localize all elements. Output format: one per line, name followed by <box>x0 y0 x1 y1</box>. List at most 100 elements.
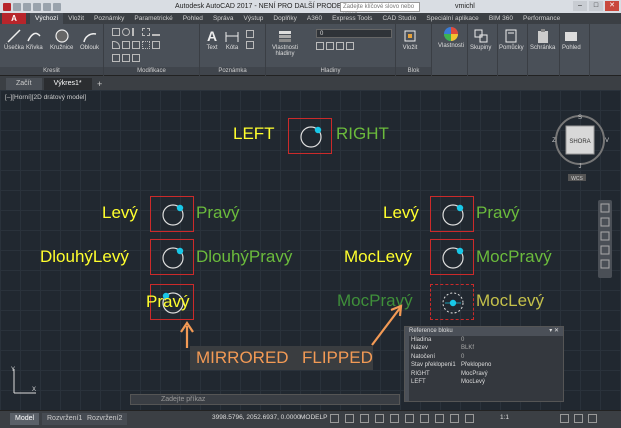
search-input[interactable]: Zadejte klíčové slovo nebo výraz <box>340 2 420 18</box>
dimension-button[interactable]: Kóta <box>224 28 240 51</box>
mirror-icon[interactable] <box>152 28 160 36</box>
pan-icon[interactable] <box>600 217 610 227</box>
annotation-group: A Text Kóta Poznámka <box>200 24 266 76</box>
annotation-visibility-icon[interactable] <box>450 414 459 423</box>
trim-icon[interactable] <box>132 28 140 36</box>
app-logo-button[interactable]: A <box>2 13 26 24</box>
rotate-icon[interactable] <box>122 28 130 36</box>
tab-special-apps[interactable]: Speciální aplikace <box>421 13 483 24</box>
tab-manage[interactable]: Správa <box>208 13 239 24</box>
customization-icon[interactable] <box>588 414 597 423</box>
tab-view[interactable]: Pohled <box>178 13 208 24</box>
offset-icon[interactable] <box>122 54 130 62</box>
props-menu-icon[interactable]: ▾ ✕ <box>549 327 559 336</box>
fullscreen-icon[interactable] <box>574 414 583 423</box>
annotation-scale[interactable]: 1:1 <box>500 414 509 421</box>
grid-toggle-icon[interactable] <box>330 414 339 423</box>
drawing-canvas[interactable]: [–][Horní][2D drátový model] LEFT RIGHT … <box>0 90 621 410</box>
erase-icon[interactable] <box>152 41 160 49</box>
layers-group-label[interactable]: Hladiny <box>266 67 395 75</box>
fillet-icon[interactable] <box>112 41 120 49</box>
annotation-group-label[interactable]: Poznámka <box>200 67 265 75</box>
tab-model[interactable]: Model <box>10 413 40 425</box>
layer-icon-4[interactable] <box>346 42 354 50</box>
layer-icon-2[interactable] <box>326 42 334 50</box>
tab-home[interactable]: Výchozí <box>30 13 64 24</box>
join-icon[interactable] <box>132 54 140 62</box>
app-menu-icon[interactable] <box>3 2 11 11</box>
viewcube[interactable]: SHORA S Z V J WCS <box>552 108 610 182</box>
layer-icon-1[interactable] <box>316 42 324 50</box>
ribbon-panel: Úsečka Křivka Kružnice Oblouk Kreslit Mo… <box>0 24 621 76</box>
tab-bim360[interactable]: BIM 360 <box>484 13 518 24</box>
navigation-bar <box>598 200 612 278</box>
workspace-icon[interactable] <box>560 414 569 423</box>
lineweight-toggle-icon[interactable] <box>405 414 414 423</box>
open-icon[interactable] <box>23 2 31 11</box>
user-name[interactable]: vmichl <box>455 3 475 10</box>
leader-icon[interactable] <box>246 30 254 38</box>
modify-group-label[interactable]: Modifikace <box>104 67 199 75</box>
circle-button[interactable]: Kružnice <box>50 28 73 51</box>
text-button[interactable]: A Text <box>204 28 220 51</box>
table-icon[interactable] <box>246 41 254 49</box>
new-icon[interactable] <box>13 2 21 11</box>
save-icon[interactable] <box>33 2 41 11</box>
layer-properties-button[interactable]: Vlastnosti hladiny <box>268 28 302 57</box>
command-line[interactable]: Zadejte příkaz <box>130 394 400 405</box>
layer-icon-3[interactable] <box>336 42 344 50</box>
command-input[interactable]: Zadejte příkaz <box>161 396 205 403</box>
tab-drawing1[interactable]: Výkres1* <box>43 78 92 90</box>
clipboard-button[interactable]: Schránka <box>530 28 555 51</box>
move-icon[interactable] <box>112 28 120 36</box>
insert-block-button[interactable]: Vložit <box>402 28 418 51</box>
steering-wheel-icon[interactable] <box>600 203 610 213</box>
arc-button[interactable]: Oblouk <box>80 28 99 51</box>
block-group-label[interactable]: Blok <box>396 67 431 75</box>
line-button[interactable]: Úsečka <box>4 28 24 51</box>
polyline-button[interactable]: Křivka <box>26 28 43 51</box>
selection-cycling-icon[interactable] <box>435 414 444 423</box>
explode-icon[interactable] <box>112 54 120 62</box>
draw-group-label[interactable]: Kreslit <box>0 67 103 75</box>
quick-properties-panel[interactable]: Reference bloku ▾ ✕ Hladina 0 Název BLKf N… <box>404 326 564 402</box>
utilities-button[interactable]: Pomůcky <box>499 28 524 51</box>
tab-addins[interactable]: Doplňky <box>268 13 301 24</box>
undo-icon[interactable] <box>43 2 51 11</box>
scale-icon[interactable] <box>132 41 140 49</box>
tab-layout1[interactable]: Rozvržení1 <box>42 413 88 425</box>
tab-output[interactable]: Výstup <box>239 13 269 24</box>
copy-icon[interactable] <box>142 28 150 36</box>
groups-button[interactable]: Skupiny <box>470 28 491 51</box>
redo-icon[interactable] <box>53 2 61 11</box>
snap-toggle-icon[interactable] <box>345 414 354 423</box>
props-row: LEFT MocLevý <box>411 378 486 385</box>
maximize-icon[interactable]: □ <box>589 1 603 11</box>
showmotion-icon[interactable] <box>600 259 610 269</box>
tab-performance[interactable]: Performance <box>518 13 565 24</box>
transparency-toggle-icon[interactable] <box>420 414 429 423</box>
new-tab-icon[interactable]: + <box>94 78 106 90</box>
stretch-icon[interactable] <box>122 41 130 49</box>
close-icon[interactable]: ✕ <box>605 1 619 11</box>
tab-parametric[interactable]: Parametrické <box>129 13 177 24</box>
minimize-icon[interactable]: – <box>573 1 587 11</box>
model-space-toggle[interactable]: MODELP <box>300 414 327 421</box>
tab-annotate[interactable]: Poznámky <box>89 13 129 24</box>
tab-insert[interactable]: Vložit <box>63 13 89 24</box>
orbit-icon[interactable] <box>600 245 610 255</box>
layer-dropdown[interactable]: 0 <box>316 29 392 38</box>
zoom-icon[interactable] <box>600 231 610 241</box>
polar-toggle-icon[interactable] <box>375 414 384 423</box>
tab-cad-studio[interactable]: CAD Studio <box>377 13 421 24</box>
tab-express-tools[interactable]: Express Tools <box>327 13 377 24</box>
tab-a360[interactable]: A360 <box>302 13 327 24</box>
autoscale-icon[interactable] <box>465 414 474 423</box>
ortho-toggle-icon[interactable] <box>360 414 369 423</box>
tab-start[interactable]: Začít <box>6 78 42 90</box>
array-icon[interactable] <box>142 41 150 49</box>
properties-button[interactable]: Vlastnosti <box>438 26 464 49</box>
osnap-toggle-icon[interactable] <box>390 414 399 423</box>
view-button[interactable]: Pohled <box>562 28 581 51</box>
tab-layout2[interactable]: Rozvržení2 <box>82 413 128 425</box>
